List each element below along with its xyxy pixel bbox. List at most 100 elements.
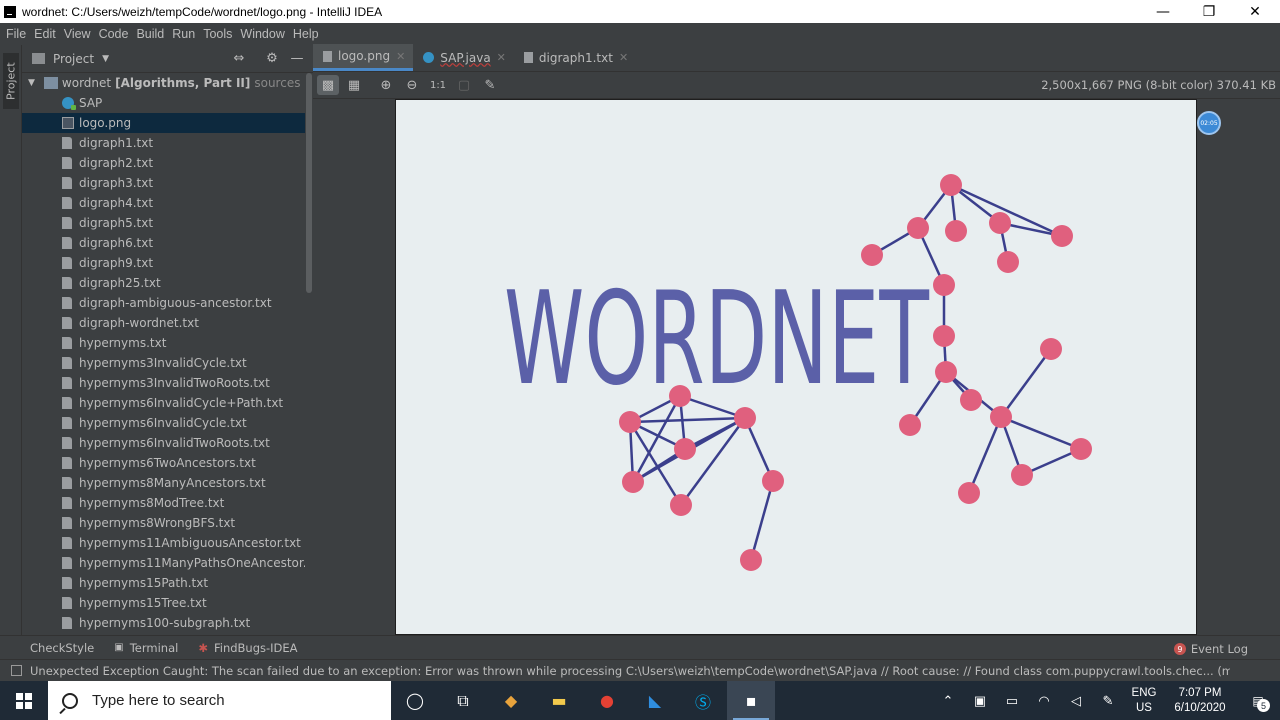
clock[interactable]: 7:07 PM 6/10/2020: [1164, 686, 1236, 716]
tree-item[interactable]: hypernyms100-subgraph.txt: [22, 613, 305, 633]
tree-item[interactable]: digraph-ambiguous-ancestor.txt: [22, 293, 305, 313]
hide-panel-icon[interactable]: —: [290, 52, 304, 66]
status-message[interactable]: Unexpected Exception Caught: The scan fa…: [30, 664, 1230, 678]
project-tool-tab[interactable]: Project: [3, 53, 19, 109]
fit-window-icon[interactable]: ▢: [453, 75, 475, 95]
close-button[interactable]: ✕: [1232, 0, 1278, 23]
restore-button[interactable]: ❐: [1186, 0, 1232, 23]
notification-center[interactable]: ▤ 5: [1236, 681, 1280, 720]
gear-icon[interactable]: ⚙: [265, 52, 279, 66]
tree-item[interactable]: digraph6.txt: [22, 233, 305, 253]
tree-item[interactable]: hypernyms8ModTree.txt: [22, 493, 305, 513]
collapse-all-icon[interactable]: ⇔: [232, 52, 246, 66]
grid-icon[interactable]: ▦: [343, 75, 365, 95]
close-icon[interactable]: ✕: [619, 51, 628, 64]
tree-item[interactable]: hypernyms11AmbiguousAncestor.txt: [22, 533, 305, 553]
chessboard-icon[interactable]: ▩: [317, 75, 339, 95]
git-kraken-icon[interactable]: ◆: [487, 681, 535, 720]
editor-tab-bar: logo.png ✕ SAP.java ✕ digraph1.txt ✕: [313, 44, 1280, 72]
tab-logo-png[interactable]: logo.png ✕: [313, 44, 414, 71]
tree-item[interactable]: digraph3.txt: [22, 173, 305, 193]
zoom-in-icon[interactable]: ⊕: [375, 75, 397, 95]
chevron-down-icon[interactable]: ▼: [28, 78, 35, 88]
tree-item[interactable]: hypernyms.txt: [22, 333, 305, 353]
chevron-down-icon[interactable]: ▼: [102, 54, 109, 64]
tree-item[interactable]: logo.png: [22, 113, 305, 133]
image-toolbar: ▩ ▦ ⊕ ⊖ 1:1 ▢ ✎ 2,500x1,667 PNG (8-bit c…: [313, 72, 1280, 99]
minimize-button[interactable]: —: [1140, 0, 1186, 23]
tree-item[interactable]: hypernyms11ManyPathsOneAncestor.txt: [22, 553, 305, 573]
tree-item-label: logo.png: [79, 116, 132, 130]
monitor-icon[interactable]: ▣: [964, 693, 996, 709]
chevron-up-icon[interactable]: ⌃: [932, 693, 964, 709]
tree-item[interactable]: hypernyms3InvalidTwoRoots.txt: [22, 373, 305, 393]
battery-icon[interactable]: ▭: [996, 693, 1028, 709]
tree-item[interactable]: hypernyms15Path.txt: [22, 573, 305, 593]
toggle-tool-windows-icon[interactable]: [11, 665, 22, 676]
menu-tools[interactable]: Tools: [199, 27, 236, 41]
tab-sap-java[interactable]: SAP.java ✕: [413, 44, 514, 71]
task-view-icon[interactable]: ⧉: [439, 681, 487, 720]
vscode-icon[interactable]: ◣: [631, 681, 679, 720]
tree-item[interactable]: hypernyms6TwoAncestors.txt: [22, 453, 305, 473]
cortana-icon[interactable]: ◯: [391, 681, 439, 720]
tree-item[interactable]: hypernyms3InvalidCycle.txt: [22, 353, 305, 373]
event-log-button[interactable]: 9 Event Log: [1173, 642, 1248, 656]
scrollbar-thumb[interactable]: [306, 73, 312, 293]
tree-item[interactable]: hypernyms15Tree.txt: [22, 593, 305, 613]
tree-item[interactable]: digraph2.txt: [22, 153, 305, 173]
menu-run[interactable]: Run: [168, 27, 199, 41]
menu-file[interactable]: File: [2, 27, 30, 41]
project-panel-title[interactable]: Project: [53, 52, 94, 66]
tree-root[interactable]: ▼ wordnet [Algorithms, Part II] sources …: [22, 73, 305, 93]
close-icon[interactable]: ✕: [497, 51, 506, 64]
tree-item[interactable]: hypernyms8WrongBFS.txt: [22, 513, 305, 533]
tab-findbugs[interactable]: ✱ FindBugs-IDEA: [198, 641, 297, 655]
actual-size-button[interactable]: 1:1: [427, 75, 449, 95]
start-button[interactable]: [0, 681, 48, 720]
zoom-out-icon[interactable]: ⊖: [401, 75, 423, 95]
tree-item[interactable]: SAP: [22, 93, 305, 113]
avatar[interactable]: 02:05: [1197, 111, 1221, 135]
graph-node: [933, 325, 955, 347]
menu-window[interactable]: Window: [236, 27, 288, 41]
tree-item-label: digraph3.txt: [79, 176, 154, 190]
graph-node: [958, 482, 980, 504]
file-explorer-icon[interactable]: ▬: [535, 681, 583, 720]
tree-item[interactable]: hypernyms6InvalidCycle.txt: [22, 413, 305, 433]
tree-item[interactable]: digraph25.txt: [22, 273, 305, 293]
taskbar-search[interactable]: Type here to search: [48, 681, 391, 720]
skype-icon[interactable]: Ⓢ: [679, 681, 727, 720]
pen-icon[interactable]: ✎: [1092, 693, 1124, 709]
menu-build[interactable]: Build: [132, 27, 168, 41]
tree-item[interactable]: digraph4.txt: [22, 193, 305, 213]
tree-item[interactable]: hypernyms6InvalidTwoRoots.txt: [22, 433, 305, 453]
tab-terminal[interactable]: ▣ Terminal: [114, 641, 178, 655]
tree-item[interactable]: digraph-wordnet.txt: [22, 313, 305, 333]
tree-item[interactable]: digraph9.txt: [22, 253, 305, 273]
graph-node: [861, 244, 883, 266]
volume-icon[interactable]: ◁: [1060, 693, 1092, 709]
status-bar: Unexpected Exception Caught: The scan fa…: [0, 659, 1280, 681]
menu-help[interactable]: Help: [289, 27, 323, 41]
wifi-icon[interactable]: ◠: [1028, 693, 1060, 709]
graph-edge: [967, 416, 1003, 494]
tree-item[interactable]: hypernyms6InvalidCycle+Path.txt: [22, 393, 305, 413]
chrome-icon[interactable]: ●: [583, 681, 631, 720]
tree-item[interactable]: hypernyms8ManyAncestors.txt: [22, 473, 305, 493]
close-icon[interactable]: ✕: [396, 50, 405, 63]
text-file-icon: [62, 597, 72, 609]
color-picker-icon[interactable]: ✎: [479, 75, 501, 95]
tab-checkstyle[interactable]: CheckStyle: [30, 641, 94, 655]
menu-view[interactable]: View: [60, 27, 95, 41]
tree-item[interactable]: digraph1.txt: [22, 133, 305, 153]
tree-item[interactable]: digraph5.txt: [22, 213, 305, 233]
intellij-taskbar-icon[interactable]: ▪: [727, 681, 775, 720]
terminal-label: Terminal: [129, 640, 179, 655]
tab-digraph1-txt[interactable]: digraph1.txt ✕: [514, 44, 636, 71]
menu-code[interactable]: Code: [95, 27, 133, 41]
menu-edit[interactable]: Edit: [30, 27, 60, 41]
language-indicator[interactable]: ENG US: [1124, 686, 1164, 716]
graph-edge: [629, 416, 746, 424]
tree-scrollbar[interactable]: [305, 73, 313, 635]
